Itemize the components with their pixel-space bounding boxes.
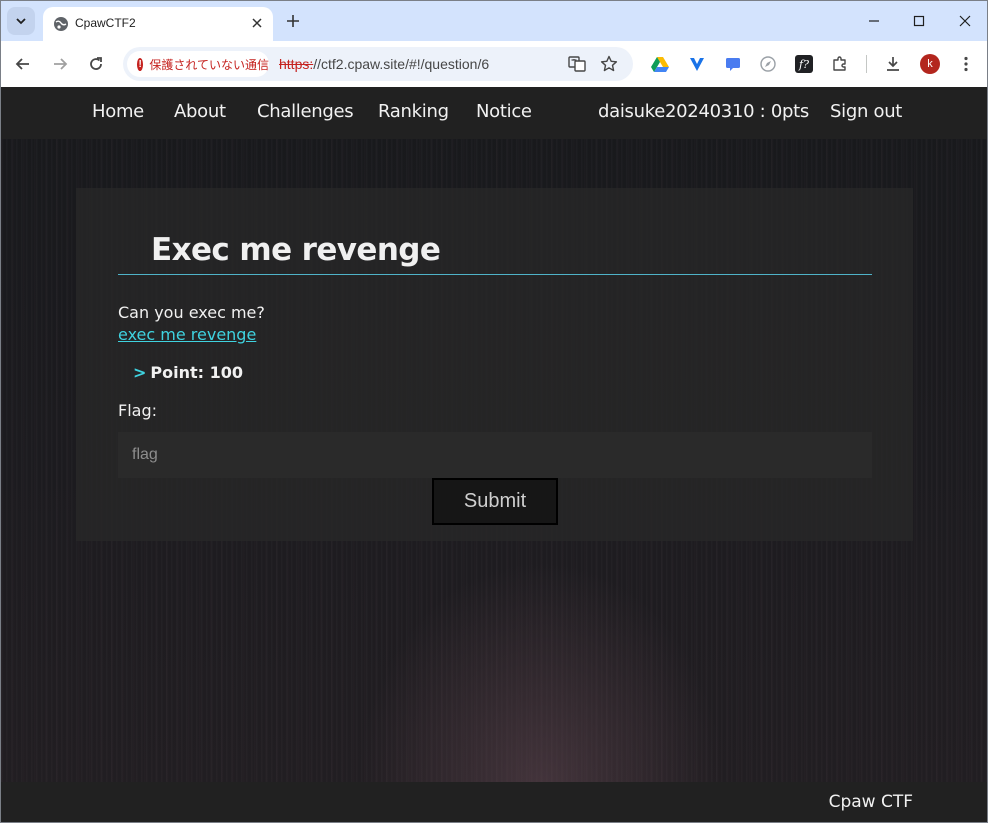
flag-label: Flag: [118,401,157,420]
question-file-link[interactable]: exec me revenge [118,325,256,344]
reload-icon [90,57,102,70]
url-path: //ctf2.cpaw.site/#!/question/6 [313,56,490,72]
nav-about-link[interactable]: About [174,101,226,122]
security-chip[interactable]: ! 保護されていない通信 [127,51,269,77]
tab-close-button[interactable] [249,15,265,31]
download-icon [887,57,899,71]
extensions-button[interactable] [830,54,850,74]
globe-icon [54,17,68,31]
nav-challenges-link[interactable]: Challenges [257,101,354,122]
reload-button[interactable] [84,52,108,76]
browser-toolbar: ! 保護されていない通信 https://ctf2.cpaw.site/#!/q… [1,41,987,87]
question-point: > Point: 100 [133,363,243,382]
forward-icon [54,58,68,70]
nav-ranking-link[interactable]: Ranking [378,101,449,122]
security-label: 保護されていない通信 [149,57,269,72]
forward-button[interactable] [48,52,72,76]
question-panel: Exec me revenge Can you exec me? exec me… [76,188,913,541]
question-title: Exec me revenge [151,232,441,268]
profile-avatar[interactable]: k [920,54,940,74]
svg-text:f?: f? [798,58,809,71]
minimize-icon [869,20,879,22]
plus-icon [287,15,299,27]
google-drive-extension[interactable] [650,54,670,74]
footer-brand: Cpaw CTF [828,792,913,812]
new-tab-button[interactable] [283,11,303,31]
address-bar[interactable]: ! 保護されていない通信 https://ctf2.cpaw.site/#!/q… [123,47,633,81]
compass-icon [760,56,776,72]
bookmark-button[interactable] [599,54,619,74]
minimize-button[interactable] [862,9,886,33]
drive-icon [651,57,669,72]
close-icon [959,15,971,27]
translate-icon [568,56,586,72]
chat-icon [726,58,740,71]
close-icon [252,18,262,28]
window-close-button[interactable] [953,9,977,33]
shield-icon [690,58,704,71]
back-button[interactable] [11,52,35,76]
back-icon [15,58,29,70]
site-footer: Cpaw CTF [1,782,987,822]
maximize-icon [913,15,925,27]
nav-notice-link[interactable]: Notice [476,101,532,122]
nav-home-link[interactable]: Home [92,101,144,122]
function-extension[interactable]: f? [794,54,814,74]
page-viewport: Home About Challenges Ranking Notice dai… [1,87,987,822]
flag-input[interactable] [118,432,872,478]
browser-menu-button[interactable] [956,54,976,74]
browser-window: CpawCTF2 ! 保護されていない通信 https://ctf2.cpaw.… [0,0,988,823]
nav-user-score[interactable]: daisuke20240310 : 0pts [598,101,809,122]
point-value: Point: 100 [150,363,244,382]
tab-strip: CpawCTF2 [1,1,987,41]
tab-search-button[interactable] [7,7,35,35]
puzzle-icon [833,56,846,71]
browser-tab[interactable]: CpawCTF2 [43,7,273,41]
tab-title: CpawCTF2 [75,16,136,30]
warning-icon: ! [137,57,144,71]
translate-button[interactable] [567,54,587,74]
title-divider [118,274,872,275]
downloads-button[interactable] [883,54,903,74]
url-text[interactable]: https://ctf2.cpaw.site/#!/question/6 [279,56,489,72]
nav-signout-link[interactable]: Sign out [830,101,902,122]
maximize-button[interactable] [907,9,931,33]
menu-icon [964,56,968,72]
chevron-down-icon [16,18,26,25]
url-scheme: https: [279,56,314,72]
vpn-extension[interactable] [687,54,707,74]
star-icon [600,55,618,72]
site-navbar: Home About Challenges Ranking Notice dai… [1,87,987,139]
compass-extension[interactable] [758,54,778,74]
question-description: Can you exec me? [118,303,265,322]
function-icon: f? [795,55,813,73]
point-caret: > [133,363,147,382]
chat-extension[interactable] [723,54,743,74]
submit-button[interactable]: Submit [432,478,558,525]
toolbar-separator [866,55,867,73]
